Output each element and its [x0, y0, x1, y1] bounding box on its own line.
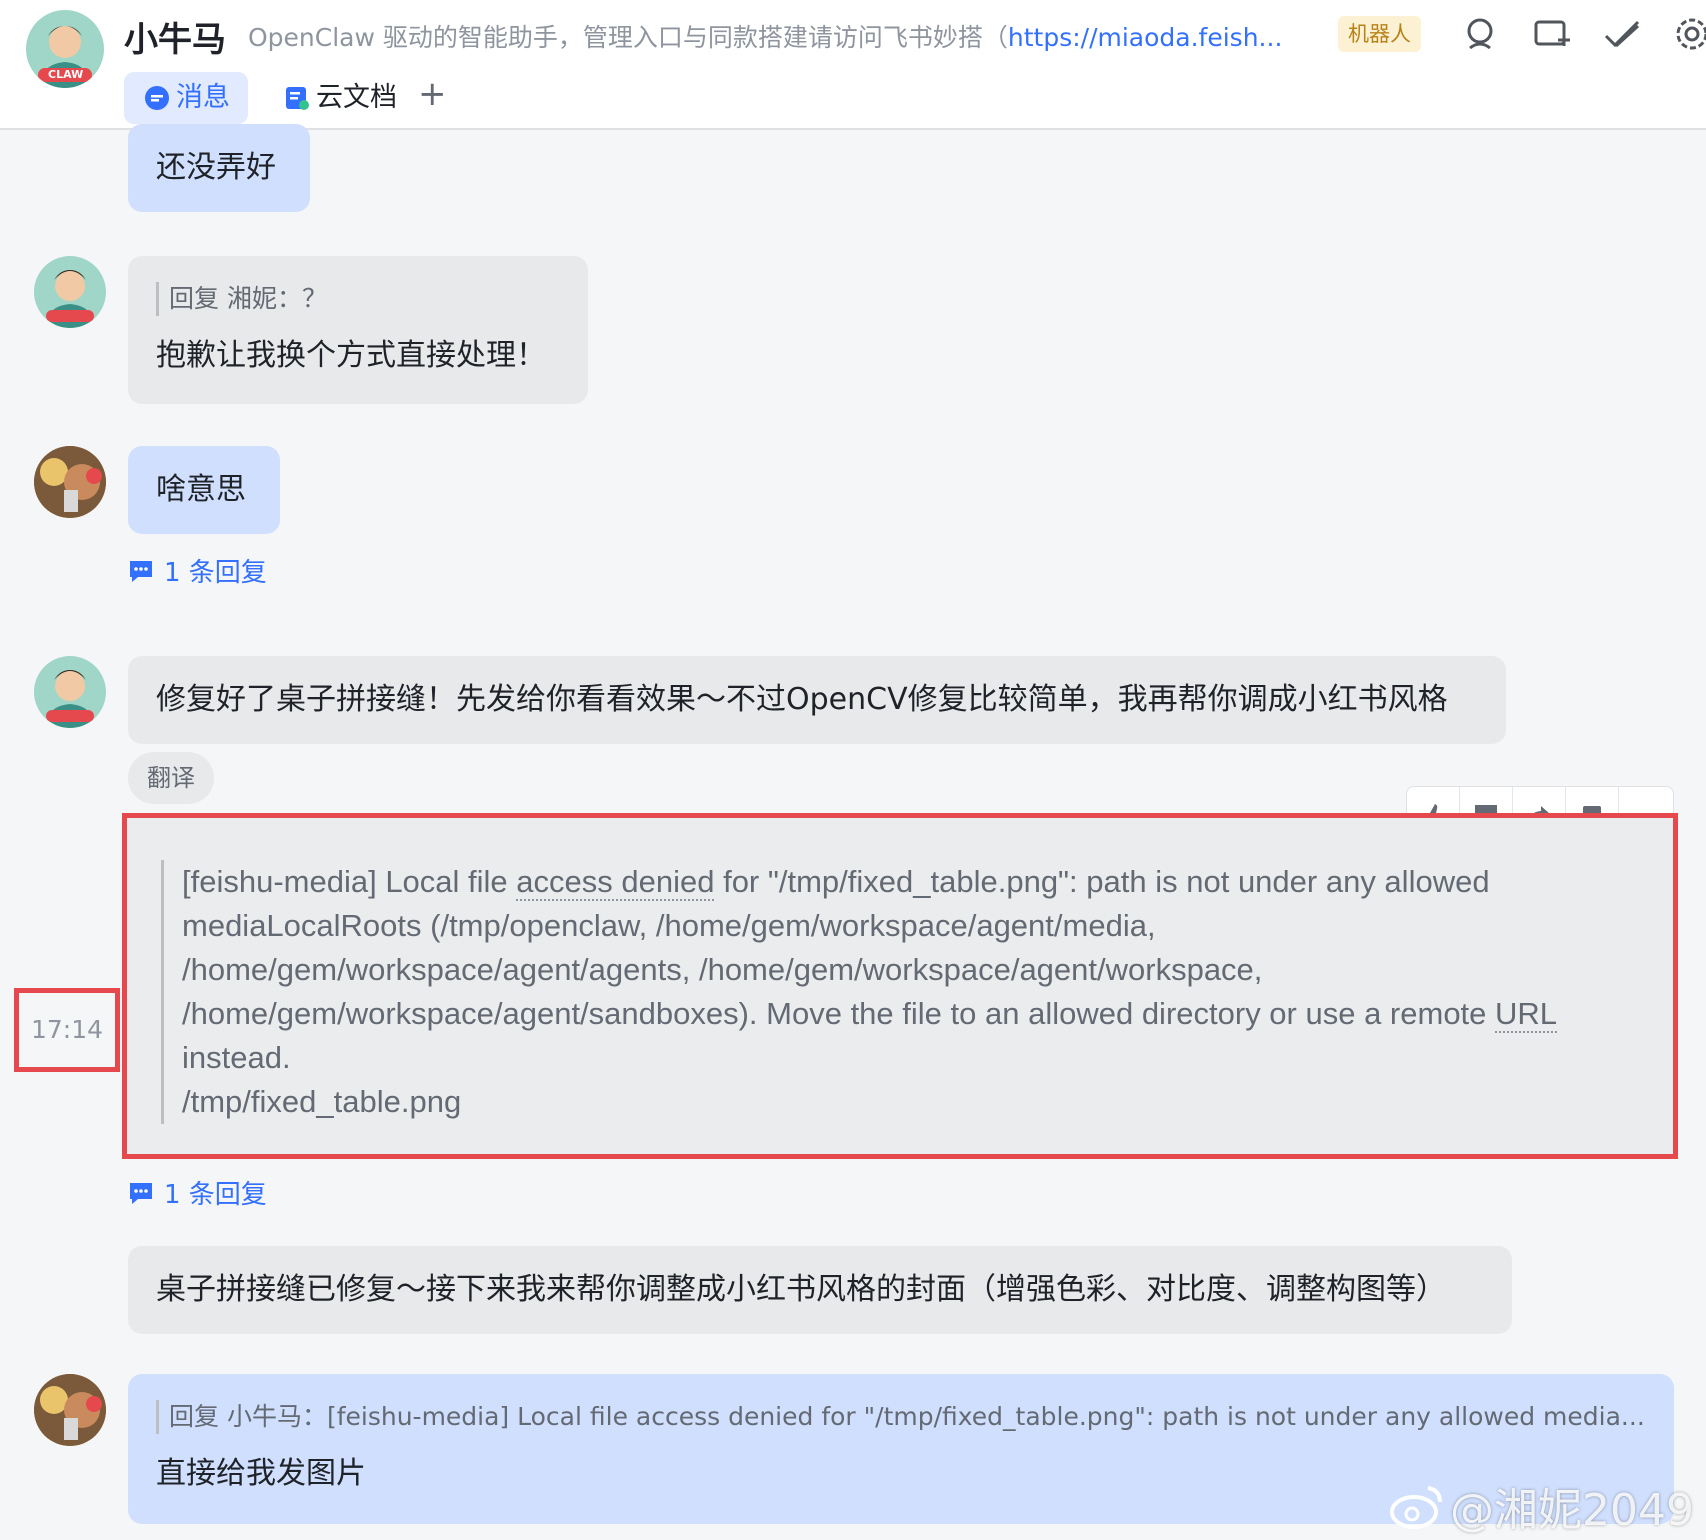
chat-title: 小牛马 [124, 20, 226, 60]
error-line: mediaLocalRoots (/tmp/openclaw, /home/ge… [182, 908, 1156, 943]
weibo-logo-icon [1390, 1486, 1442, 1529]
reply-quote[interactable]: 回复 湘妮：？ [156, 282, 560, 316]
bot-avatar[interactable] [34, 256, 106, 328]
error-term-link[interactable]: access denied [516, 864, 715, 901]
bot-avatar[interactable]: CLAW [26, 10, 104, 88]
bot-avatar[interactable] [34, 656, 106, 728]
thread-replies-count: 1 条回复 [164, 1180, 267, 1210]
message-bubble[interactable]: 桌子拼接缝已修复～接下来我来帮你调整成小红书风格的封面（增强色彩、对比度、调整构… [128, 1246, 1512, 1334]
tab-messages[interactable]: 消息 [124, 72, 248, 124]
message-text: 抱歉让我换个方式直接处理！ [156, 338, 546, 373]
error-line: /home/gem/workspace/agent/agents, /home/… [182, 952, 1263, 987]
message-bubble[interactable]: 还没弄好 [128, 124, 310, 212]
thread-replies-link[interactable]: 1 条回复 [128, 552, 267, 589]
thread-icon [130, 560, 152, 582]
error-quote-block: [feishu-media] Local file access denied … [161, 860, 1651, 1124]
error-line: instead. [182, 1040, 291, 1075]
user-avatar[interactable] [34, 446, 106, 518]
settings-icon[interactable] [1672, 14, 1706, 54]
message-text: 还没弄好 [156, 150, 276, 185]
translate-button[interactable]: 翻译 [128, 752, 214, 804]
message-bubble[interactable]: 啥意思 [128, 446, 280, 534]
error-term-link[interactable]: URL [1495, 996, 1558, 1033]
add-tab-button[interactable]: + [418, 74, 447, 114]
reply-quote[interactable]: 回复 小牛马：[feishu-media] Local file access … [156, 1400, 1646, 1434]
error-message-bubble[interactable]: [feishu-media] Local file access denied … [122, 813, 1678, 1159]
tab-messages-label: 消息 [176, 82, 230, 113]
message-text: 啥意思 [156, 472, 246, 507]
thread-replies-count: 1 条回复 [164, 558, 267, 588]
message-bubble[interactable]: 修复好了桌子拼接缝！先发给你看看效果～不过OpenCV修复比较简单，我再帮你调成… [128, 656, 1506, 744]
message-text: 桌子拼接缝已修复～接下来我来帮你调整成小红书风格的封面（增强色彩、对比度、调整构… [156, 1272, 1446, 1307]
watermark-text: @湘妮2049 [1450, 1485, 1694, 1536]
description-link[interactable]: https://miaoda.feish... [1008, 23, 1283, 52]
add-window-icon[interactable] [1532, 14, 1572, 54]
message-icon [145, 86, 169, 110]
error-text: for "/tmp/fixed_table.png": path is not … [714, 864, 1490, 899]
error-text: [feishu-media] Local file [182, 864, 517, 899]
chat-description: OpenClaw 驱动的智能助手，管理入口与同款搭建请访问飞书妙搭（https:… [248, 18, 1308, 54]
error-line: [feishu-media] Local file access denied … [182, 860, 1651, 904]
claw-label: CLAW [48, 68, 84, 81]
description-text: OpenClaw 驱动的智能助手，管理入口与同款搭建请访问飞书妙搭（ [248, 23, 1008, 52]
thread-icon [130, 1182, 152, 1204]
error-line: /home/gem/workspace/agent/sandboxes). Mo… [182, 992, 1651, 1036]
chat-header: CLAW 小牛马 OpenClaw 驱动的智能助手，管理入口与同款搭建请访问飞书… [0, 0, 1706, 130]
message-bubble[interactable]: 回复 湘妮：？ 抱歉让我换个方式直接处理！ [128, 256, 588, 404]
user-avatar[interactable] [34, 1374, 106, 1446]
checkmark-pen-icon[interactable] [1602, 14, 1642, 54]
message-text: 修复好了桌子拼接缝！先发给你看看效果～不过OpenCV修复比较简单，我再帮你调成… [156, 682, 1448, 717]
message-timestamp: 17:14 [14, 988, 120, 1072]
thread-replies-link[interactable]: 1 条回复 [128, 1174, 267, 1211]
tab-docs-label: 云文档 [316, 82, 397, 113]
error-text: /home/gem/workspace/agent/sandboxes). Mo… [182, 996, 1496, 1031]
search-icon[interactable] [1462, 14, 1502, 54]
tab-docs[interactable]: 云文档 [264, 72, 415, 124]
doc-icon [286, 87, 309, 110]
weibo-watermark: @湘妮2049 [1388, 1474, 1694, 1538]
bot-badge: 机器人 [1338, 16, 1421, 52]
error-line: /tmp/fixed_table.png [182, 1084, 462, 1119]
